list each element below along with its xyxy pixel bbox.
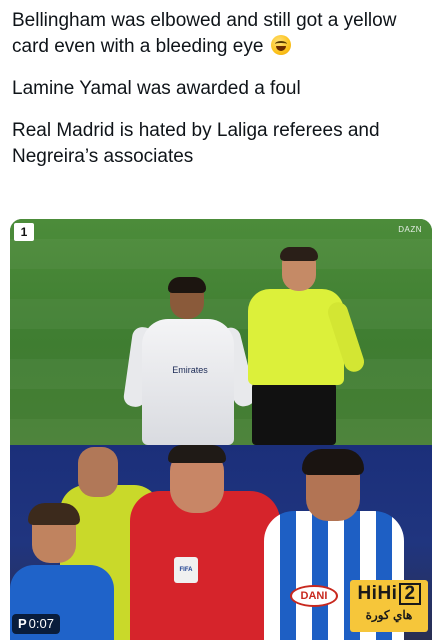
player-jersey (142, 319, 234, 445)
player-badge: P (18, 616, 27, 631)
watermark-brand: HiHi 2 (350, 580, 428, 608)
referee-yellow-kit (238, 247, 367, 445)
player-hair (168, 277, 206, 293)
tweet-paragraph-3: Real Madrid is hated by Laliga referees … (12, 120, 380, 167)
watermark-arabic: هاي كورة (365, 608, 413, 622)
hihi2-watermark-logo: HiHi 2 هاي كورة (350, 580, 428, 632)
jersey-sponsor: Emirates (172, 365, 208, 375)
watermark-brand-number: 2 (399, 583, 421, 605)
rofl-emoji-icon (270, 35, 291, 55)
tweet-paragraph-1: Bellingham was elbowed and still got a y… (12, 8, 432, 60)
player-white-kit: Emirates (122, 277, 258, 445)
jersey-sponsor-logo: DANI (290, 585, 338, 607)
broadcaster-logo: DAZN (398, 225, 422, 234)
steward-head (78, 447, 118, 497)
tweet-line-1: Bellingham was elbowed and still got a y… (12, 10, 397, 57)
referee-red-kit (130, 491, 280, 640)
timer-value: 0:07 (28, 616, 54, 631)
tweet-paragraph-2: Lamine Yamal was awarded a foul (12, 78, 301, 99)
player-hair (28, 503, 80, 525)
referee-hair (168, 445, 226, 463)
referee-hair (280, 247, 318, 261)
video-frame-top: 1 DAZN Emirates (10, 219, 432, 449)
player-hair (302, 449, 364, 475)
referee-shirt (248, 289, 344, 385)
tweet-text: Bellingham was elbowed and still got a y… (12, 8, 432, 186)
video-player[interactable]: 1 DAZN Emirates FIFA DANI P 0:07 HiHi 2 … (10, 219, 432, 640)
referee-shorts (252, 383, 336, 445)
watermark-brand-text: HiHi (357, 583, 398, 604)
video-timer: P 0:07 (12, 614, 60, 634)
pitch-stripe (10, 239, 432, 269)
fifa-badge: FIFA (174, 557, 198, 583)
broadcast-badge: 1 (14, 223, 34, 241)
